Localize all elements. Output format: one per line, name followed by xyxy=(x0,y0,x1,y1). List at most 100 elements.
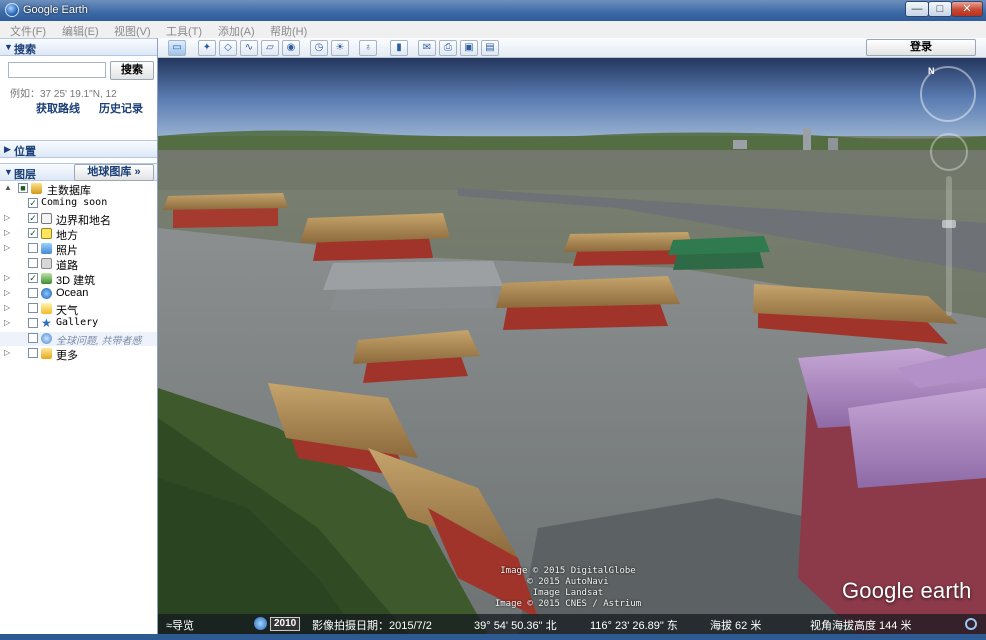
ocean-icon xyxy=(41,288,52,299)
email-icon[interactable]: ✉ xyxy=(418,40,436,56)
layer-label: 照片 xyxy=(56,245,78,257)
attribution-line: © 2015 AutoNavi xyxy=(527,577,609,587)
add-placemark-icon[interactable]: ✦ xyxy=(198,40,216,56)
latitude-readout: 39° 54' 50.36" 北 xyxy=(474,620,557,632)
layer-row-borders[interactable]: ▷ ✓ 边界和地名 xyxy=(0,212,157,227)
attribution-line: Image © 2015 DigitalGlobe xyxy=(500,566,636,576)
get-directions-link[interactable]: 获取路线 xyxy=(36,100,80,116)
layer-checkbox[interactable] xyxy=(28,333,38,343)
look-joystick[interactable] xyxy=(930,133,968,171)
layer-checkbox[interactable] xyxy=(28,258,38,268)
ruler-icon[interactable]: ▮ xyxy=(390,40,408,56)
imagery-year-badge[interactable]: 2010 xyxy=(270,617,301,631)
history-link[interactable]: 历史记录 xyxy=(99,100,143,116)
layer-label: 全球问题, 共带者感 xyxy=(56,336,142,347)
longitude-readout: 116° 23' 26.89" 东 xyxy=(590,620,678,632)
expand-toggle-icon[interactable]: ▲ xyxy=(4,183,12,192)
weather-icon xyxy=(41,303,52,314)
view-in-maps-icon[interactable]: ▤ xyxy=(481,40,499,56)
layer-row-global-awareness[interactable]: 全球问题, 共带者感 xyxy=(0,332,157,347)
earth-3d-view[interactable]: N Image © 2015 DigitalGlobe © 2015 AutoN… xyxy=(158,58,986,634)
layer-checkbox[interactable] xyxy=(28,243,38,253)
globe-icon xyxy=(41,333,52,344)
expand-toggle-icon[interactable]: ▷ xyxy=(4,228,10,237)
tour-guide-toggle[interactable]: ≈导览 xyxy=(166,617,194,633)
record-tour-icon[interactable]: ◉ xyxy=(282,40,300,56)
sign-in-button[interactable]: 登录 xyxy=(866,39,976,56)
collapse-arrow-icon: ▼ xyxy=(4,42,13,52)
menu-add[interactable]: 添加(A) xyxy=(218,23,255,39)
historical-imagery-clock-icon[interactable] xyxy=(254,617,267,630)
layer-checkbox[interactable] xyxy=(28,318,38,328)
sunlight-icon[interactable]: ☀ xyxy=(331,40,349,56)
search-section-header[interactable]: ▼ 搜索 xyxy=(0,38,157,56)
layer-label: 天气 xyxy=(56,305,78,317)
toolbar: ▭ ✦ ◇ ∿ ▱ ◉ ◷ ☀ ♁ ▮ ✉ ⎙ ▣ ▤ 登录 xyxy=(158,38,986,58)
close-button[interactable]: ✕ xyxy=(951,1,983,17)
layer-label: Gallery xyxy=(56,317,99,328)
layer-checkbox[interactable] xyxy=(28,303,38,313)
compass-north-label: N xyxy=(928,66,935,76)
layer-checkbox[interactable]: ■ xyxy=(18,183,28,193)
save-image-icon[interactable]: ▣ xyxy=(460,40,478,56)
menu-file[interactable]: 文件(F) xyxy=(10,23,46,39)
more-icon xyxy=(41,348,52,359)
google-earth-logo: Google earth xyxy=(842,578,972,603)
status-bar: ≈导览 2010 影像拍摄日期：2015/7/2 39° 54' 50.36" … xyxy=(158,614,986,634)
layer-checkbox[interactable]: ✓ xyxy=(28,213,38,223)
title-bar: Google Earth — □ ✕ xyxy=(0,0,986,21)
layer-checkbox[interactable]: ✓ xyxy=(28,228,38,238)
sidebar: ▼ 搜索 搜索 例如：37 25' 19.1"N, 12 获取路线 历史记录 ▶… xyxy=(0,38,158,640)
menu-tools[interactable]: 工具(T) xyxy=(166,23,202,39)
layer-row-roads[interactable]: 道路 xyxy=(0,257,157,272)
menu-edit[interactable]: 编辑(E) xyxy=(62,23,99,39)
search-section-label: 搜索 xyxy=(14,44,36,56)
add-image-overlay-icon[interactable]: ▱ xyxy=(261,40,279,56)
menu-view[interactable]: 视图(V) xyxy=(114,23,151,39)
earth-gallery-button[interactable]: 地球图库 » xyxy=(74,164,154,181)
expand-arrow-icon: ▶ xyxy=(4,144,11,154)
expand-toggle-icon[interactable]: ▷ xyxy=(4,288,10,297)
expand-toggle-icon[interactable]: ▷ xyxy=(4,243,10,252)
maximize-button[interactable]: □ xyxy=(928,1,952,17)
minimize-button[interactable]: — xyxy=(905,1,929,17)
expand-toggle-icon[interactable]: ▷ xyxy=(4,273,10,282)
layer-checkbox[interactable]: ✓ xyxy=(28,273,38,283)
expand-toggle-icon[interactable]: ▷ xyxy=(4,318,10,327)
layer-checkbox[interactable]: ✓ xyxy=(28,198,38,208)
search-input[interactable] xyxy=(8,62,106,78)
layer-row-primary-database[interactable]: ▲ ■ 主数据库 xyxy=(0,182,157,197)
layer-checkbox[interactable] xyxy=(28,348,38,358)
layer-row-3d-buildings[interactable]: ▷ ✓ 3D 建筑 xyxy=(0,272,157,287)
layer-row-more[interactable]: ▷ 更多 xyxy=(0,347,157,362)
layer-label: 主数据库 xyxy=(47,185,91,197)
layer-row-ocean[interactable]: ▷ Ocean xyxy=(0,287,157,301)
search-button[interactable]: 搜索 xyxy=(110,61,154,80)
road-icon xyxy=(41,258,52,269)
historical-imagery-icon[interactable]: ◷ xyxy=(310,40,328,56)
add-polygon-icon[interactable]: ◇ xyxy=(219,40,237,56)
zoom-slider[interactable] xyxy=(946,176,952,316)
layer-label: 边界和地名 xyxy=(56,215,111,227)
places-section-header[interactable]: ▶ 位置 xyxy=(0,140,157,158)
layers-section-label: 图层 xyxy=(14,169,36,181)
places-section-label: 位置 xyxy=(14,146,36,158)
expand-toggle-icon[interactable]: ▷ xyxy=(4,303,10,312)
menu-help[interactable]: 帮助(H) xyxy=(270,23,307,39)
attribution-line: Image Landsat xyxy=(532,588,604,598)
print-icon[interactable]: ⎙ xyxy=(439,40,457,56)
layer-row-places[interactable]: ▷ ✓ 地方 xyxy=(0,227,157,242)
add-path-icon[interactable]: ∿ xyxy=(240,40,258,56)
flag-icon xyxy=(41,213,52,224)
layer-checkbox[interactable] xyxy=(28,288,38,298)
eye-altitude-readout: 视角海拔高度 144 米 xyxy=(810,620,912,632)
sidebar-toggle-icon[interactable]: ▭ xyxy=(168,40,186,56)
layer-row-weather[interactable]: ▷ 天气 xyxy=(0,302,157,317)
expand-toggle-icon[interactable]: ▷ xyxy=(4,348,10,357)
layer-row-photos[interactable]: ▷ 照片 xyxy=(0,242,157,257)
layer-row-coming-soon[interactable]: ✓ Coming soon xyxy=(0,197,157,211)
switch-planet-icon[interactable]: ♁ xyxy=(359,40,377,56)
zoom-slider-handle[interactable] xyxy=(942,220,956,228)
expand-toggle-icon[interactable]: ▷ xyxy=(4,213,10,222)
layer-row-gallery[interactable]: ▷ ★ Gallery xyxy=(0,317,157,331)
